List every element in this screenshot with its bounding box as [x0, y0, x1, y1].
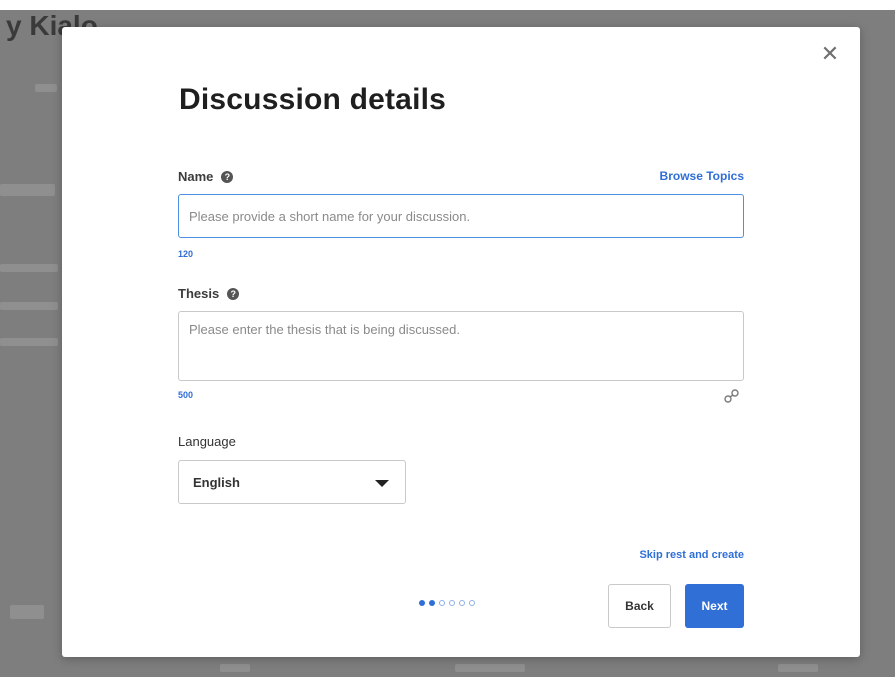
- step-dot: [439, 600, 445, 606]
- help-icon[interactable]: ?: [227, 287, 240, 300]
- step-dot: [429, 600, 435, 606]
- step-progress-dots: [419, 600, 475, 606]
- language-select[interactable]: English: [178, 460, 406, 504]
- link-icon[interactable]: [724, 389, 740, 406]
- step-dot: [419, 600, 425, 606]
- thesis-char-counter: 500: [178, 390, 194, 400]
- step-dot: [459, 600, 465, 606]
- name-char-counter: 120: [178, 249, 194, 259]
- discussion-name-input[interactable]: [178, 194, 744, 238]
- thesis-label: Thesis: [178, 286, 220, 301]
- discussion-details-modal: ✕ Discussion details Name ? Browse Topic…: [62, 27, 860, 657]
- background-placeholder: [0, 184, 55, 196]
- background-placeholder: [0, 264, 58, 272]
- caret-down-icon: [375, 480, 389, 487]
- background-placeholder: [0, 302, 58, 310]
- browse-topics-link[interactable]: Browse Topics: [660, 169, 744, 183]
- name-label: Name: [178, 169, 214, 184]
- skip-and-create-link[interactable]: Skip rest and create: [639, 549, 744, 561]
- step-dot: [469, 600, 475, 606]
- background-placeholder: [778, 664, 818, 672]
- language-label: Language: [178, 434, 236, 449]
- thesis-label-row: Thesis ?: [178, 286, 240, 301]
- name-label-row: Name ?: [178, 169, 234, 184]
- background-placeholder: [220, 664, 250, 672]
- back-button[interactable]: Back: [608, 584, 671, 628]
- next-button[interactable]: Next: [685, 584, 744, 628]
- step-dot: [449, 600, 455, 606]
- language-select-value: English: [193, 475, 240, 490]
- background-placeholder: [10, 605, 44, 619]
- background-placeholder: [0, 338, 58, 346]
- background-placeholder: [35, 84, 57, 92]
- background-placeholder: [455, 664, 525, 672]
- modal-title: Discussion details: [179, 83, 447, 116]
- background-top-strip: [0, 0, 895, 10]
- thesis-input[interactable]: [178, 311, 744, 381]
- help-icon[interactable]: ?: [221, 170, 234, 183]
- close-icon[interactable]: ✕: [820, 44, 840, 66]
